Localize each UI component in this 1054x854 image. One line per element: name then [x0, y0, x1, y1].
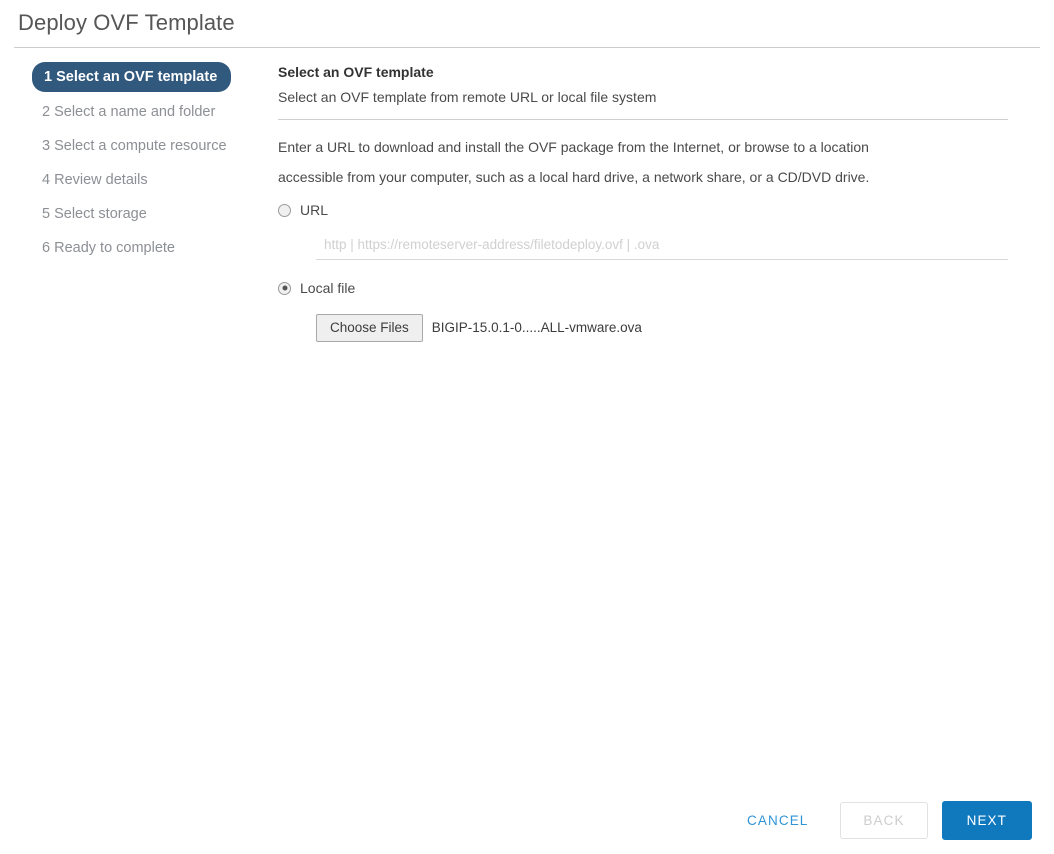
next-button[interactable]: NEXT — [942, 801, 1032, 840]
url-field-wrapper — [316, 236, 1008, 260]
sidebar-item-ready-to-complete[interactable]: 6 Ready to complete — [32, 234, 270, 262]
cancel-button[interactable]: CANCEL — [729, 803, 826, 838]
content-description: Enter a URL to download and install the … — [278, 132, 918, 192]
radio-local-file-icon[interactable] — [278, 282, 291, 295]
sidebar-item-select-compute-resource[interactable]: 3 Select a compute resource — [32, 132, 270, 160]
wizard-footer: CANCEL BACK NEXT — [729, 801, 1032, 840]
sidebar-item-select-ovf-template[interactable]: 1 Select an OVF template — [32, 62, 231, 92]
source-option-url[interactable]: URL — [278, 200, 1030, 220]
radio-url-icon[interactable] — [278, 204, 291, 217]
content-heading: Select an OVF template — [278, 62, 1030, 83]
sidebar-item-review-details[interactable]: 4 Review details — [32, 166, 270, 194]
content-divider — [278, 119, 1008, 120]
sidebar-item-select-storage[interactable]: 5 Select storage — [32, 200, 270, 228]
sidebar-item-select-name-and-folder[interactable]: 2 Select a name and folder — [32, 98, 270, 126]
wizard-body: 1 Select an OVF template 2 Select a name… — [0, 48, 1054, 342]
content-pane: Select an OVF template Select an OVF tem… — [270, 62, 1054, 342]
content-subheading: Select an OVF template from remote URL o… — [278, 85, 1030, 109]
wizard-steps-nav: 1 Select an OVF template 2 Select a name… — [0, 62, 270, 268]
wizard-header: Deploy OVF Template — [0, 0, 1054, 38]
url-input[interactable] — [316, 237, 1008, 260]
source-option-local-file-label: Local file — [300, 278, 355, 298]
source-option-url-label: URL — [300, 200, 328, 220]
source-option-local-file[interactable]: Local file — [278, 278, 1030, 298]
back-button[interactable]: BACK — [840, 802, 927, 839]
choose-files-button[interactable]: Choose Files — [316, 314, 423, 342]
deploy-ovf-template-wizard: Deploy OVF Template 1 Select an OVF temp… — [0, 0, 1054, 854]
file-chooser-row: Choose Files BIGIP-15.0.1-0.....ALL-vmwa… — [316, 314, 1030, 342]
selected-file-name: BIGIP-15.0.1-0.....ALL-vmware.ova — [432, 319, 642, 337]
page-title: Deploy OVF Template — [18, 8, 1054, 38]
